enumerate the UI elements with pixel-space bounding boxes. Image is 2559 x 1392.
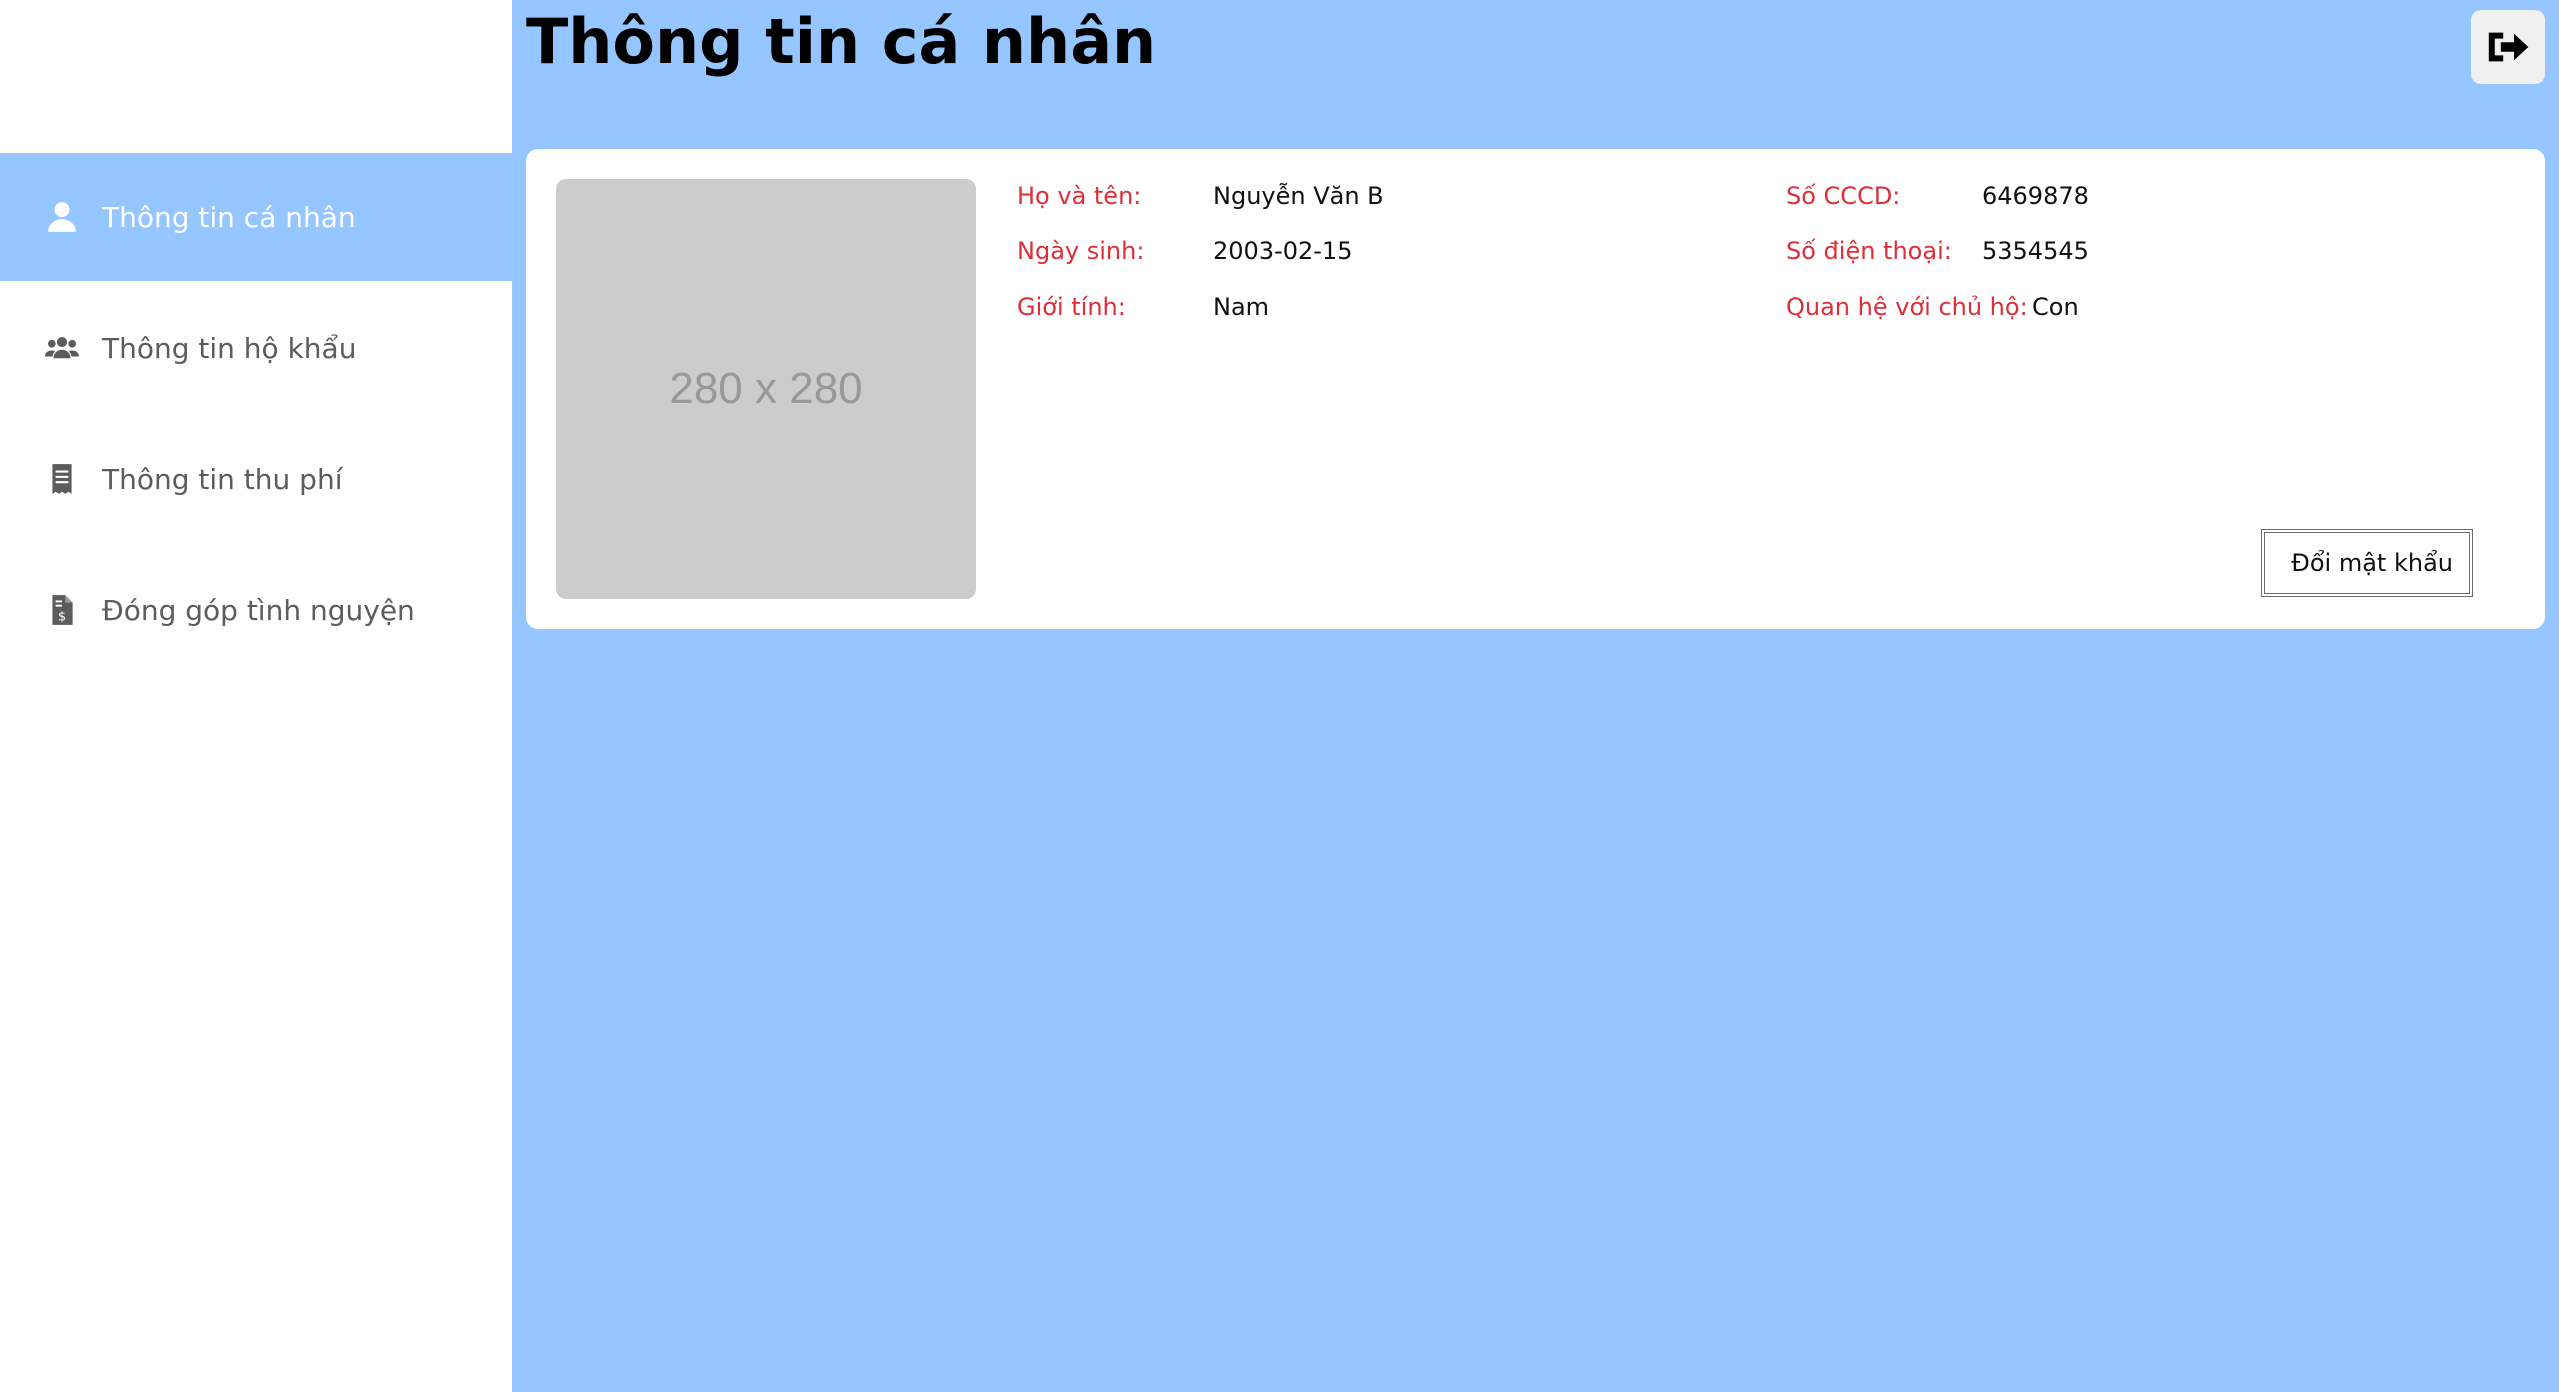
main-content: Thông tin cá nhân 280 x 280 Họ và tên: N… <box>512 0 2559 1392</box>
sidebar-item-personal-info[interactable]: Thông tin cá nhân <box>0 153 512 281</box>
user-icon <box>44 199 80 235</box>
id-number-value: 6469878 <box>1982 182 2089 210</box>
avatar-placeholder-text: 280 x 280 <box>669 364 863 413</box>
svg-text:$: $ <box>58 610 66 625</box>
sidebar-item-fee-info[interactable]: Thông tin thu phí <box>0 415 512 543</box>
full-name-label: Họ và tên: <box>1017 182 1142 210</box>
relation-label: Quan hệ với chủ hộ: <box>1786 293 2028 321</box>
birthdate-value: 2003-02-15 <box>1213 237 1353 265</box>
sidebar: Thông tin cá nhân Thông tin hộ khẩu Thôn… <box>0 0 512 1392</box>
phone-field: Số điện thoại: 5354545 <box>1786 231 2089 271</box>
id-number-label: Số CCCD: <box>1786 182 1901 210</box>
gender-value: Nam <box>1213 293 1270 321</box>
change-password-button[interactable]: Đổi mật khẩu <box>2261 529 2473 597</box>
id-number-field: Số CCCD: 6469878 <box>1786 176 2089 216</box>
receipt-icon <box>44 461 80 497</box>
birthdate-label: Ngày sinh: <box>1017 237 1145 265</box>
birthdate-field: Ngày sinh: 2003-02-15 <box>1017 231 1352 271</box>
sidebar-item-household-info[interactable]: Thông tin hộ khẩu <box>0 284 512 412</box>
gender-field: Giới tính: Nam <box>1017 287 1269 327</box>
sidebar-item-label: Thông tin cá nhân <box>102 200 356 234</box>
sign-out-icon <box>2488 32 2529 62</box>
page-title: Thông tin cá nhân <box>526 5 1157 78</box>
full-name-value: Nguyễn Văn B <box>1213 182 1384 210</box>
sidebar-item-label: Thông tin hộ khẩu <box>102 331 357 365</box>
sidebar-item-label: Đóng góp tình nguyện <box>102 593 415 627</box>
avatar: 280 x 280 <box>556 179 976 599</box>
relation-field: Quan hệ với chủ hộ: Con <box>1786 287 2079 327</box>
relation-value: Con <box>2032 293 2079 321</box>
sidebar-item-volunteer-contribution[interactable]: $ Đóng góp tình nguyện <box>0 546 512 674</box>
full-name-field: Họ và tên: Nguyễn Văn B <box>1017 176 1384 216</box>
phone-value: 5354545 <box>1982 237 2089 265</box>
users-icon <box>44 330 80 366</box>
logout-button[interactable] <box>2471 10 2545 84</box>
file-invoice-dollar-icon: $ <box>44 592 80 628</box>
phone-label: Số điện thoại: <box>1786 237 1952 265</box>
gender-label: Giới tính: <box>1017 293 1126 321</box>
profile-card: 280 x 280 Họ và tên: Nguyễn Văn B Ngày s… <box>526 149 2545 629</box>
sidebar-item-label: Thông tin thu phí <box>102 462 343 496</box>
